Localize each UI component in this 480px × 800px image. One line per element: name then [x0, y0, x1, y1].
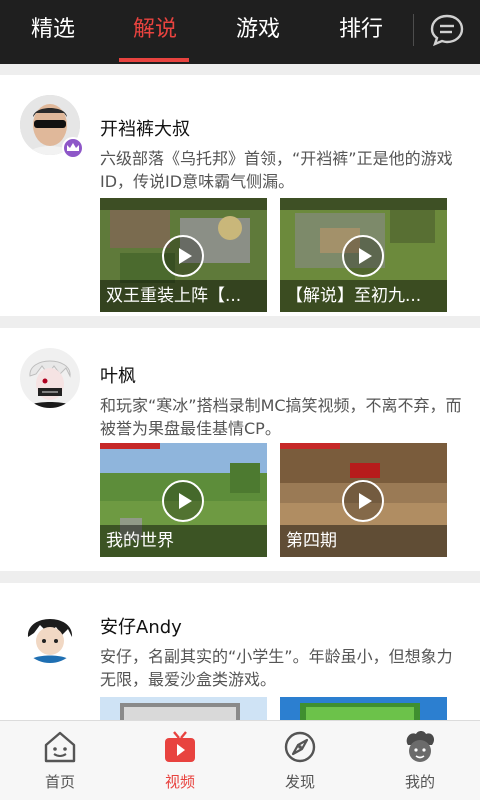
- commentator-description: 六级部落《乌托邦》首领，“开裆裤”正是他的游戏ID，传说ID意味霸气侧漏。: [100, 149, 453, 191]
- video-title: 我的世界: [100, 525, 267, 557]
- play-icon[interactable]: [162, 480, 204, 522]
- video-thumbnail[interactable]: 第四期: [280, 443, 447, 557]
- video-title: 双王重装上阵【...: [100, 280, 267, 312]
- nav-label: 视频: [164, 773, 195, 791]
- tab-ranking[interactable]: 排行: [311, 0, 411, 64]
- commentator-description: 安仔，名副其实的“小学生”。年龄虽小，但想象力无限，最爱沙盒类游戏。: [100, 647, 453, 689]
- video-thumbnail[interactable]: [280, 697, 447, 720]
- play-icon[interactable]: [162, 235, 204, 277]
- profile-icon: [402, 729, 438, 765]
- play-icon[interactable]: [342, 235, 384, 277]
- play-icon[interactable]: [342, 480, 384, 522]
- commentator-description: 和玩家“寒冰”搭档录制MC搞笑视频，不离不弃，而被誉为果盘最佳基情CP。: [100, 396, 462, 438]
- video-thumbnail[interactable]: 【解说】至初九...: [280, 198, 447, 312]
- video-thumbnail[interactable]: [100, 697, 267, 720]
- tab-featured[interactable]: 精选: [3, 0, 103, 64]
- video-title: 【解说】至初九...: [280, 280, 447, 312]
- nav-video[interactable]: 视频: [120, 721, 240, 800]
- commentator-name[interactable]: 叶枫: [100, 362, 136, 388]
- nav-mine[interactable]: 我的: [360, 721, 480, 800]
- avatar[interactable]: [20, 348, 80, 408]
- compass-icon: [282, 729, 318, 765]
- commentator-card[interactable]: 开裆裤大叔 六级部落《乌托邦》首领，“开裆裤”正是他的游戏ID，传说ID意味霸气…: [0, 75, 480, 316]
- nav-home[interactable]: 首页: [0, 721, 120, 800]
- commentator-name[interactable]: 开裆裤大叔: [100, 115, 190, 141]
- video-thumbnail[interactable]: 双王重装上阵【...: [100, 198, 267, 312]
- active-tab-indicator: [119, 58, 189, 62]
- commentator-name[interactable]: 安仔Andy: [100, 613, 182, 639]
- tab-games[interactable]: 游戏: [208, 0, 308, 64]
- nav-label: 我的: [404, 773, 435, 791]
- tab-commentary[interactable]: 解说: [105, 0, 205, 64]
- commentator-card[interactable]: 叶枫 和玩家“寒冰”搭档录制MC搞笑视频，不离不弃，而被誉为果盘最佳基情CP。 …: [0, 328, 480, 571]
- bottom-navigation: 首页 视频 发现 我的: [0, 720, 480, 800]
- home-icon: [42, 729, 78, 765]
- nav-label: 发现: [284, 773, 315, 791]
- divider: [413, 14, 414, 46]
- top-tab-bar: 精选 解说 游戏 排行: [0, 0, 480, 64]
- nav-label: 首页: [44, 773, 75, 791]
- crown-icon: [62, 137, 84, 159]
- commentator-feed: 开裆裤大叔 六级部落《乌托邦》首领，“开裆裤”正是他的游戏ID，传说ID意味霸气…: [0, 64, 480, 720]
- video-thumbnail[interactable]: 我的世界: [100, 443, 267, 557]
- avatar[interactable]: [20, 603, 80, 663]
- video-title: 第四期: [280, 525, 447, 557]
- chat-bubble-icon[interactable]: [428, 11, 466, 49]
- tv-icon: [162, 729, 198, 765]
- commentator-card[interactable]: 安仔Andy 安仔，名副其实的“小学生”。年龄虽小，但想象力无限，最爱沙盒类游戏…: [0, 583, 480, 720]
- nav-discover[interactable]: 发现: [240, 721, 360, 800]
